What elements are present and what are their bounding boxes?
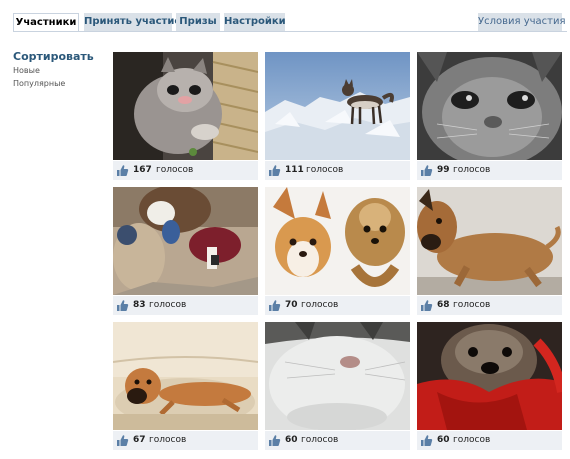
vote-label: голосов	[301, 300, 339, 310]
like-icon[interactable]	[420, 299, 433, 312]
tab-bar: Участники Принять участие Призы Настройк…	[0, 0, 570, 32]
vote-bar: 67 голосов	[113, 431, 258, 450]
photo-dog-in-red-scarf[interactable]	[417, 322, 562, 430]
like-icon[interactable]	[420, 434, 433, 447]
tab-prizes[interactable]: Призы	[176, 13, 220, 31]
vote-count: 111	[285, 165, 304, 175]
sort-panel: Сортировать Новые Популярные	[13, 50, 113, 90]
like-icon[interactable]	[268, 434, 281, 447]
vote-label: голосов	[453, 165, 491, 175]
like-icon[interactable]	[268, 299, 281, 312]
vote-bar: 60 голосов	[417, 431, 562, 450]
vote-label: голосов	[156, 165, 194, 175]
vote-label: голосов	[306, 165, 344, 175]
vote-label: голосов	[149, 300, 187, 310]
vote-label: голосов	[301, 435, 339, 445]
tab-conditions[interactable]: Условия участия	[478, 13, 565, 31]
like-icon[interactable]	[116, 164, 129, 177]
tab-participants[interactable]: Участники	[13, 13, 79, 32]
tab-divider	[13, 31, 567, 32]
sort-popular-link[interactable]: Популярные	[13, 77, 113, 90]
like-icon[interactable]	[420, 164, 433, 177]
vote-bar: 60 голосов	[265, 431, 410, 450]
vote-bar: 167 голосов	[113, 161, 258, 180]
photo-husky-on-snow[interactable]	[265, 52, 410, 160]
vote-count: 68	[437, 300, 450, 310]
vote-bar: 70 голосов	[265, 296, 410, 315]
like-icon[interactable]	[268, 164, 281, 177]
vote-label: голосов	[453, 435, 491, 445]
sort-new-link[interactable]: Новые	[13, 64, 113, 77]
vote-count: 60	[437, 435, 450, 445]
vote-count: 167	[133, 165, 152, 175]
photo-chihuahua-and-yorkie[interactable]	[265, 187, 410, 295]
vote-bar: 111 голосов	[265, 161, 410, 180]
photo-child-with-dog[interactable]	[113, 187, 258, 295]
tab-settings[interactable]: Настройки	[224, 13, 286, 31]
like-icon[interactable]	[116, 434, 129, 447]
vote-label: голосов	[149, 435, 187, 445]
tab-participate[interactable]: Принять участие	[84, 13, 181, 31]
like-icon[interactable]	[116, 299, 129, 312]
photo-grey-kitten[interactable]	[113, 52, 258, 160]
vote-count: 70	[285, 300, 298, 310]
vote-count: 60	[285, 435, 298, 445]
vote-bar: 83 голосов	[113, 296, 258, 315]
sort-title: Сортировать	[13, 50, 94, 63]
photo-grey-cat-closeup[interactable]	[417, 52, 562, 160]
photo-boxer-on-sofa[interactable]	[113, 322, 258, 430]
photo-brown-dog[interactable]	[417, 187, 562, 295]
vote-label: голосов	[453, 300, 491, 310]
vote-count: 67	[133, 435, 146, 445]
vote-bar: 99 голосов	[417, 161, 562, 180]
vote-count: 99	[437, 165, 450, 175]
photo-white-cat[interactable]	[265, 322, 410, 430]
vote-bar: 68 голосов	[417, 296, 562, 315]
vote-count: 83	[133, 300, 146, 310]
